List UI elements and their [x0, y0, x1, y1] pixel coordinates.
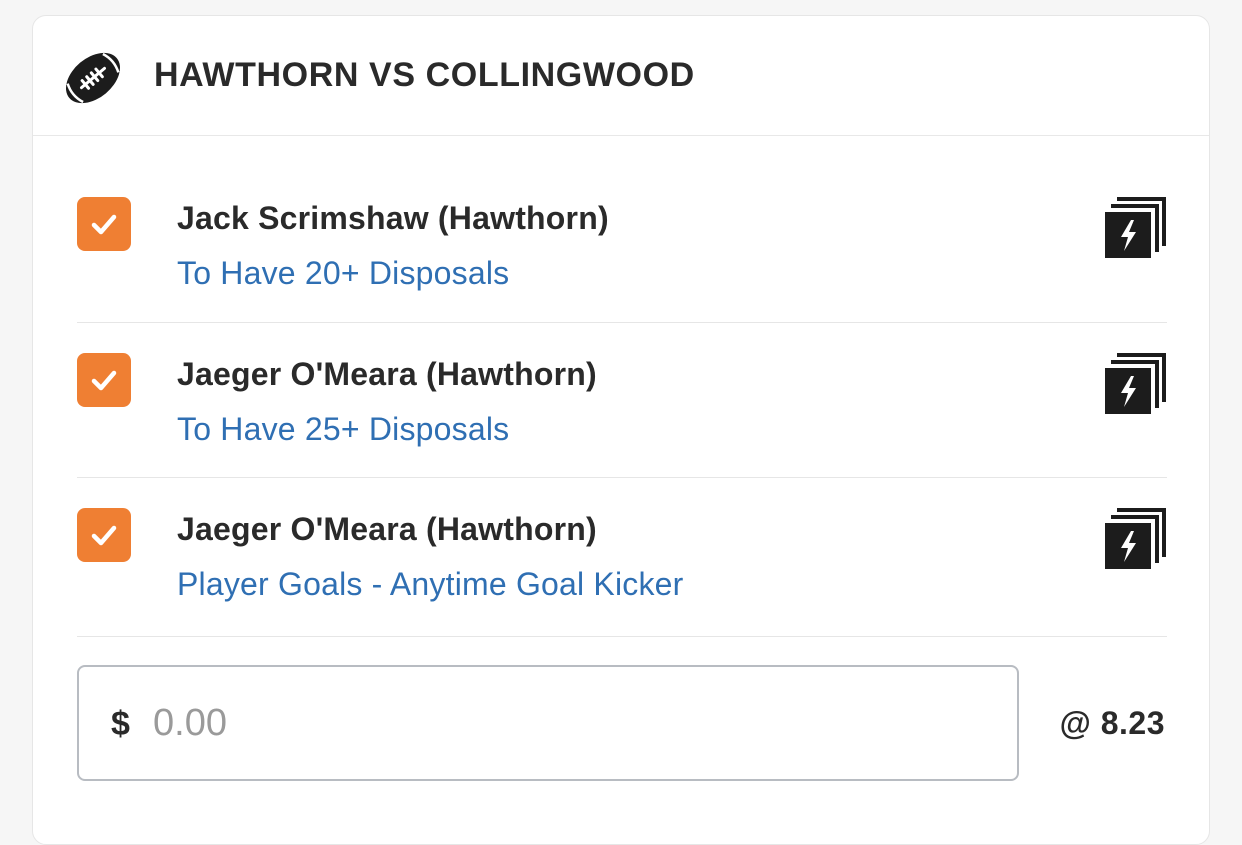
selection-checkbox[interactable] — [77, 197, 131, 251]
player-name: Jaeger O'Meara (Hawthorn) — [177, 356, 597, 392]
currency-symbol: $ — [111, 705, 130, 743]
match-title: HAWTHORN VS COLLINGWOOD — [154, 56, 695, 94]
checkmark-icon — [91, 525, 117, 546]
selection-row: Jack Scrimshaw (Hawthorn) To Have 20+ Di… — [77, 186, 1167, 323]
selection-row: Jaeger O'Meara (Hawthorn) To Have 25+ Di… — [77, 323, 1167, 478]
match-header: HAWTHORN VS COLLINGWOOD — [33, 16, 1209, 136]
bet-card: HAWTHORN VS COLLINGWOOD Jack Scrimshaw (… — [32, 15, 1210, 845]
checkmark-icon — [91, 370, 117, 391]
same-game-multi-icon[interactable] — [1105, 507, 1167, 569]
same-game-multi-icon[interactable] — [1105, 352, 1167, 414]
odds-value: @ 8.23 — [1059, 705, 1165, 741]
player-name: Jack Scrimshaw (Hawthorn) — [177, 200, 609, 236]
same-game-multi-icon[interactable] — [1105, 196, 1167, 258]
stake-input[interactable] — [153, 697, 973, 749]
player-name: Jaeger O'Meara (Hawthorn) — [177, 511, 597, 547]
football-icon — [65, 52, 121, 104]
market-name[interactable]: To Have 25+ Disposals — [177, 411, 509, 448]
market-name[interactable]: Player Goals - Anytime Goal Kicker — [177, 566, 684, 603]
selection-checkbox[interactable] — [77, 353, 131, 407]
selection-row: Jaeger O'Meara (Hawthorn) Player Goals -… — [77, 478, 1167, 637]
selection-checkbox[interactable] — [77, 508, 131, 562]
market-name[interactable]: To Have 20+ Disposals — [177, 255, 509, 292]
checkmark-icon — [91, 214, 117, 235]
stake-field[interactable]: $ — [77, 665, 1019, 781]
